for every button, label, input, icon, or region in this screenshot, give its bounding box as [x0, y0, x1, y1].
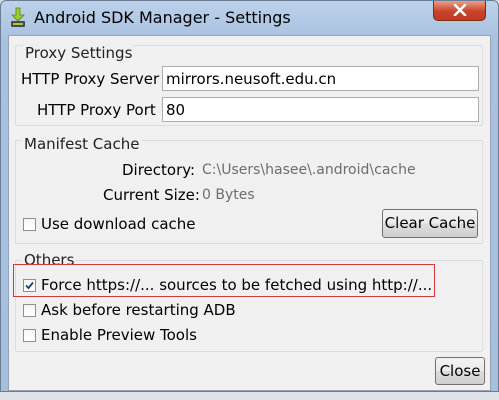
enable-preview-tools-checkbox[interactable] [23, 329, 36, 342]
proxy-server-field[interactable]: mirrors.neusoft.edu.cn [162, 66, 479, 91]
background-window-strip [0, 392, 499, 400]
directory-value: C:\Users\hasee\.android\cache [202, 162, 416, 178]
dialog-body: Proxy Settings HTTP Proxy Server mirrors… [8, 35, 491, 391]
use-download-cache-label[interactable]: Use download cache [41, 215, 196, 233]
ask-restart-adb-checkbox[interactable] [23, 304, 36, 317]
group-title-manifest: Manifest Cache [22, 135, 142, 153]
title-bar[interactable]: Android SDK Manager - Settings [1, 1, 498, 35]
clear-cache-button[interactable]: Clear Cache [382, 209, 478, 238]
proxy-port-label: HTTP Proxy Port [37, 101, 156, 119]
ask-restart-adb-label[interactable]: Ask before restarting ADB [41, 301, 236, 319]
use-download-cache-checkbox[interactable] [23, 218, 36, 231]
window-title: Android SDK Manager - Settings [34, 8, 291, 27]
enable-preview-tools-label[interactable]: Enable Preview Tools [41, 326, 197, 344]
proxy-port-field[interactable]: 80 [162, 97, 479, 122]
highlight-annotation-box [13, 264, 435, 297]
window-close-button[interactable] [433, 1, 486, 21]
close-button[interactable]: Close [435, 357, 485, 385]
settings-window: Android SDK Manager - Settings Proxy Set… [0, 0, 499, 392]
proxy-server-label: HTTP Proxy Server [21, 70, 160, 88]
group-title-proxy: Proxy Settings [23, 44, 135, 62]
current-size-value: 0 Bytes [202, 187, 255, 203]
close-icon [453, 1, 467, 20]
android-sdk-download-icon [9, 7, 27, 29]
current-size-label: Current Size: [103, 186, 200, 204]
directory-label: Directory: [122, 161, 196, 179]
